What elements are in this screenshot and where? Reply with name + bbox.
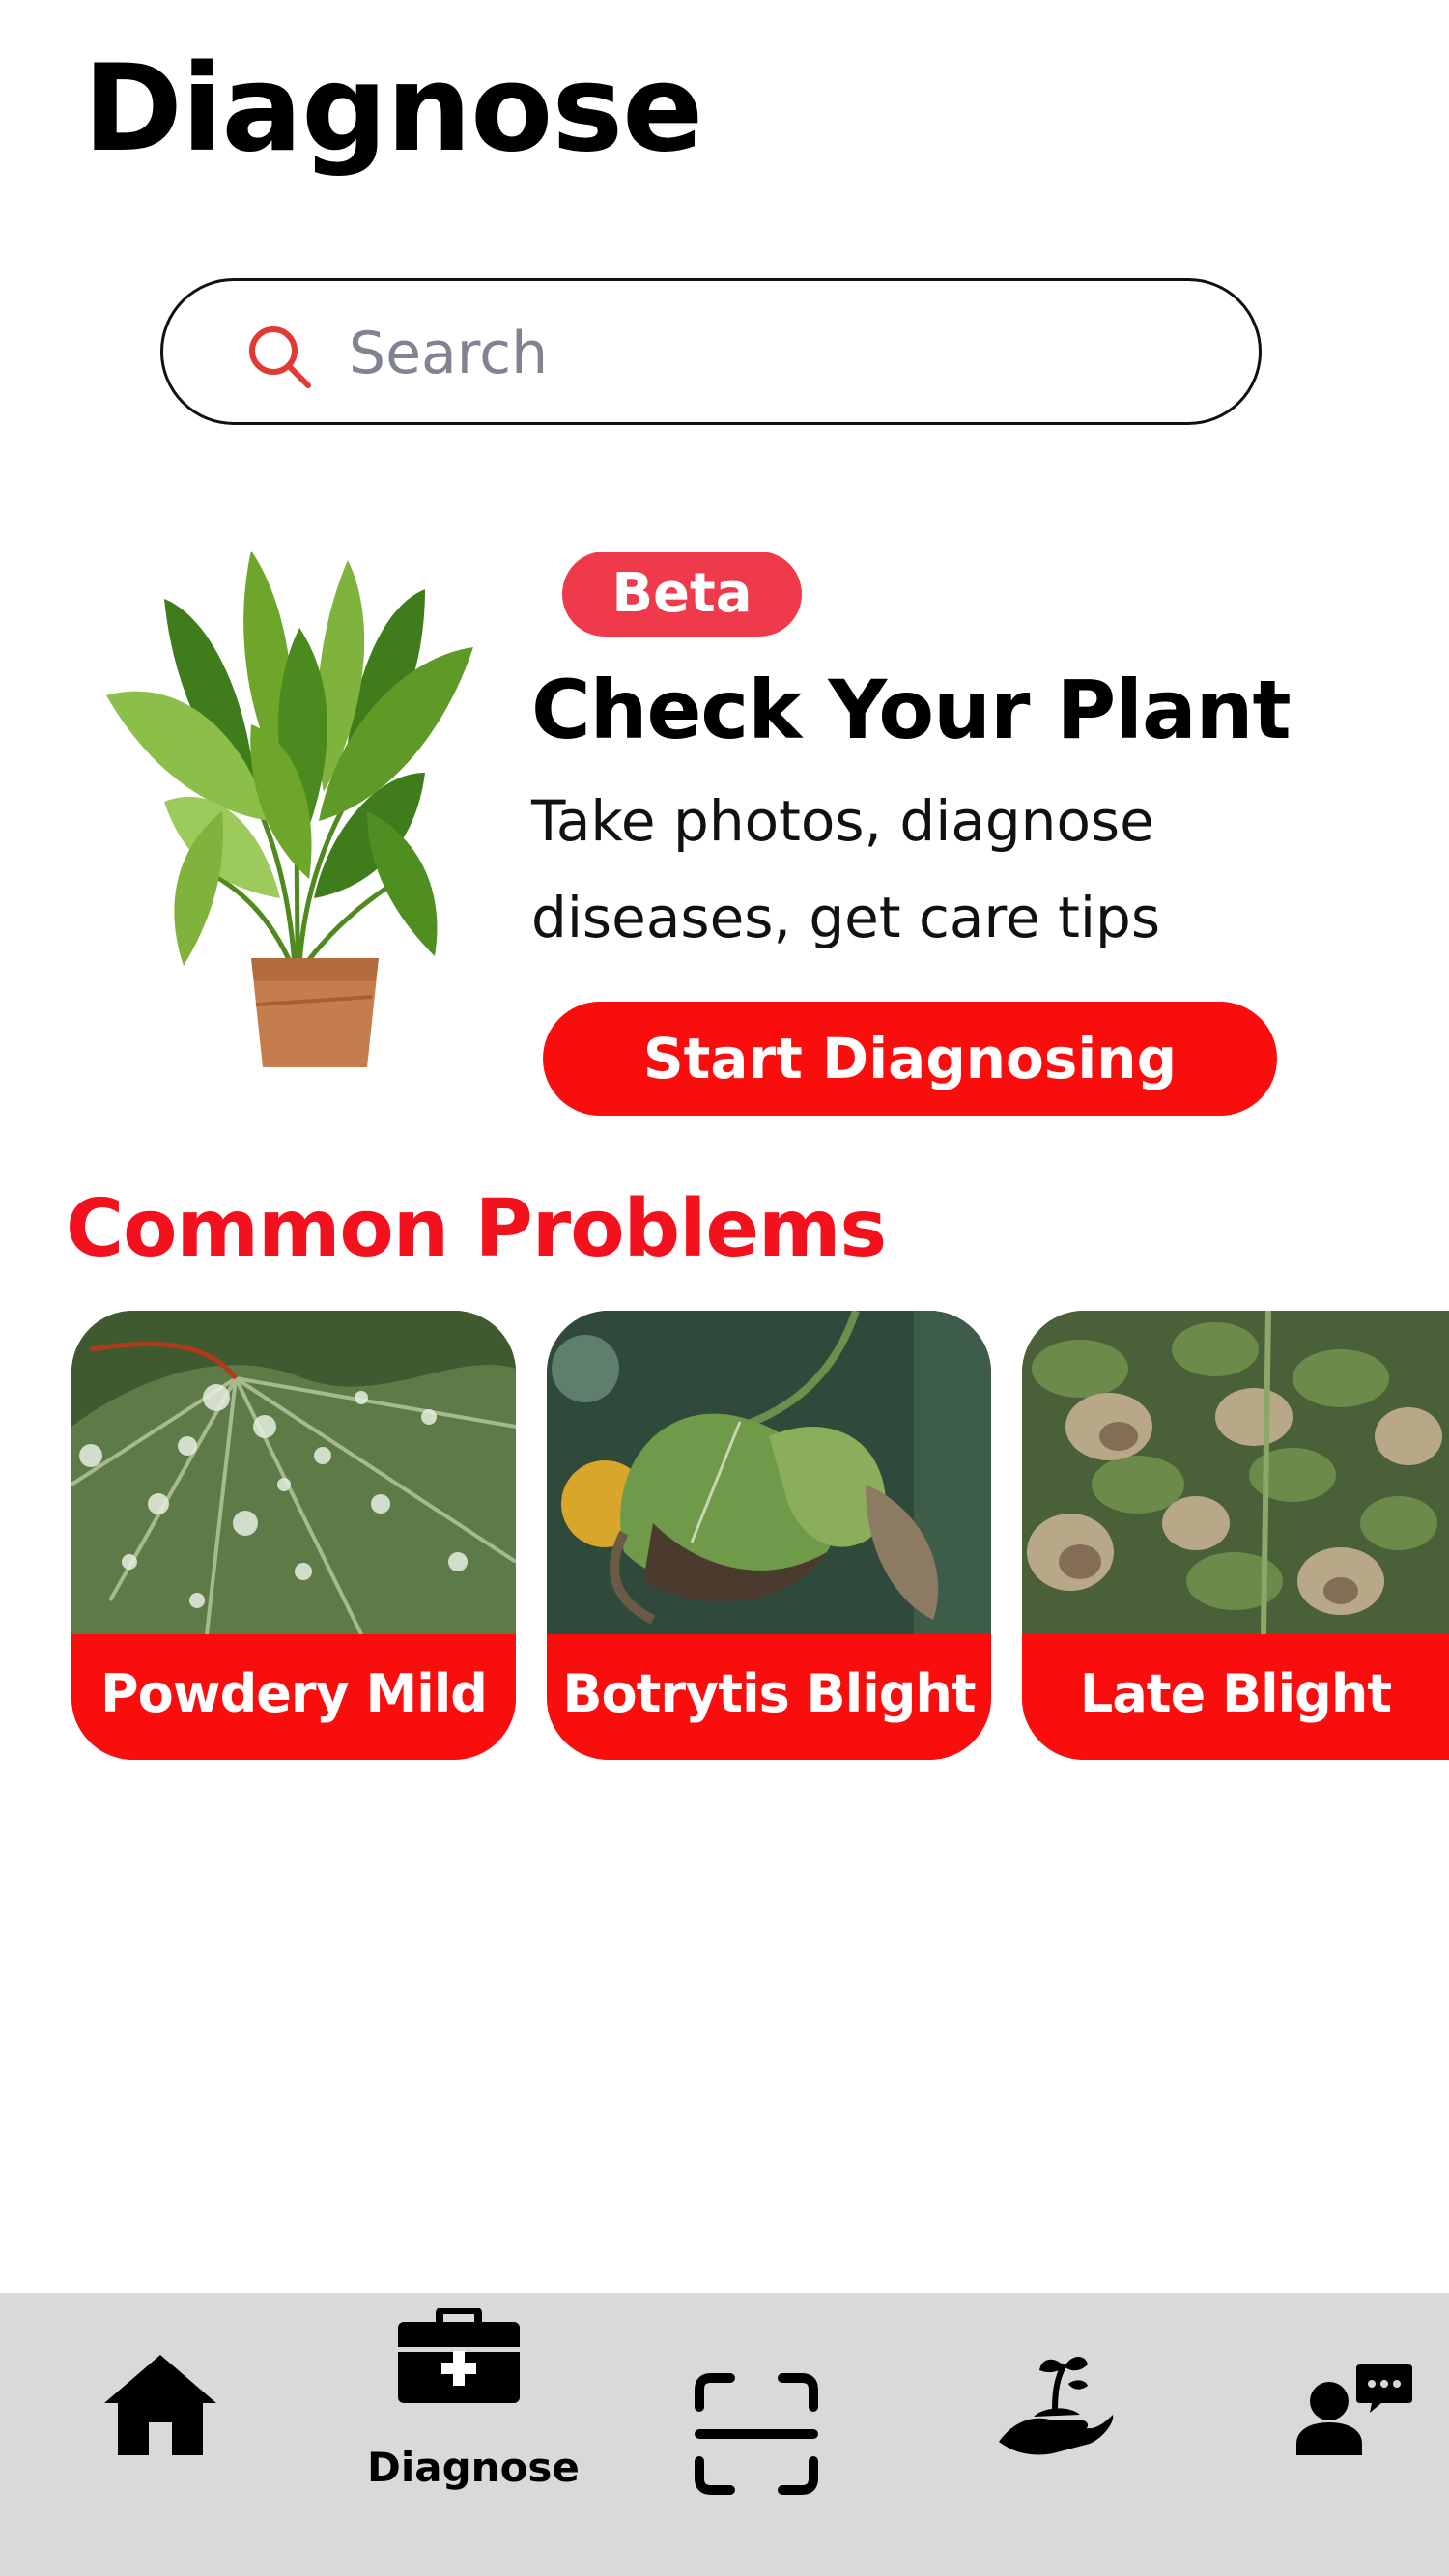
problem-card-label: Powdery Mild — [71, 1634, 516, 1760]
home-icon — [104, 2355, 216, 2455]
problem-card-powdery-mildew[interactable]: Powdery Mild — [71, 1311, 516, 1760]
problem-card-label: Late Blight — [1022, 1634, 1449, 1760]
plant-in-hand-icon — [999, 2357, 1114, 2455]
bottom-navigation: Diagnose — [0, 2293, 1449, 2576]
nav-label-diagnose: Diagnose — [367, 2444, 580, 2491]
medical-kit-icon — [396, 2308, 522, 2403]
common-problems-heading: Common Problems — [66, 1183, 887, 1275]
nav-item-plant-care[interactable] — [995, 2353, 1115, 2459]
chat-user-icon — [1296, 2364, 1412, 2455]
beta-badge: Beta — [562, 552, 802, 637]
hero-title: Check Your Plant — [531, 663, 1292, 757]
botrytis-blight-photo — [547, 1311, 991, 1634]
problem-card-botrytis-blight[interactable]: Botrytis Blight — [547, 1311, 991, 1760]
scan-icon — [695, 2373, 818, 2495]
problem-card-label: Botrytis Blight — [547, 1634, 991, 1760]
nav-item-home[interactable] — [102, 2353, 218, 2459]
potted-plant-illustration — [106, 551, 473, 1067]
search-input[interactable] — [347, 308, 1201, 399]
search-icon — [249, 326, 311, 388]
powdery-mildew-photo — [71, 1311, 516, 1634]
hero-description: Take photos, diagnose diseases, get care… — [531, 788, 1161, 950]
page-title: Diagnose — [83, 40, 703, 179]
nav-item-diagnose[interactable] — [396, 2308, 522, 2405]
start-diagnosing-button[interactable]: Start Diagnosing — [543, 1002, 1277, 1116]
late-blight-photo — [1022, 1311, 1449, 1634]
nav-item-scan[interactable] — [694, 2372, 819, 2496]
nav-item-community[interactable] — [1296, 2363, 1412, 2455]
problem-card-late-blight[interactable]: Late Blight — [1022, 1311, 1449, 1760]
search-bar[interactable] — [160, 278, 1262, 425]
